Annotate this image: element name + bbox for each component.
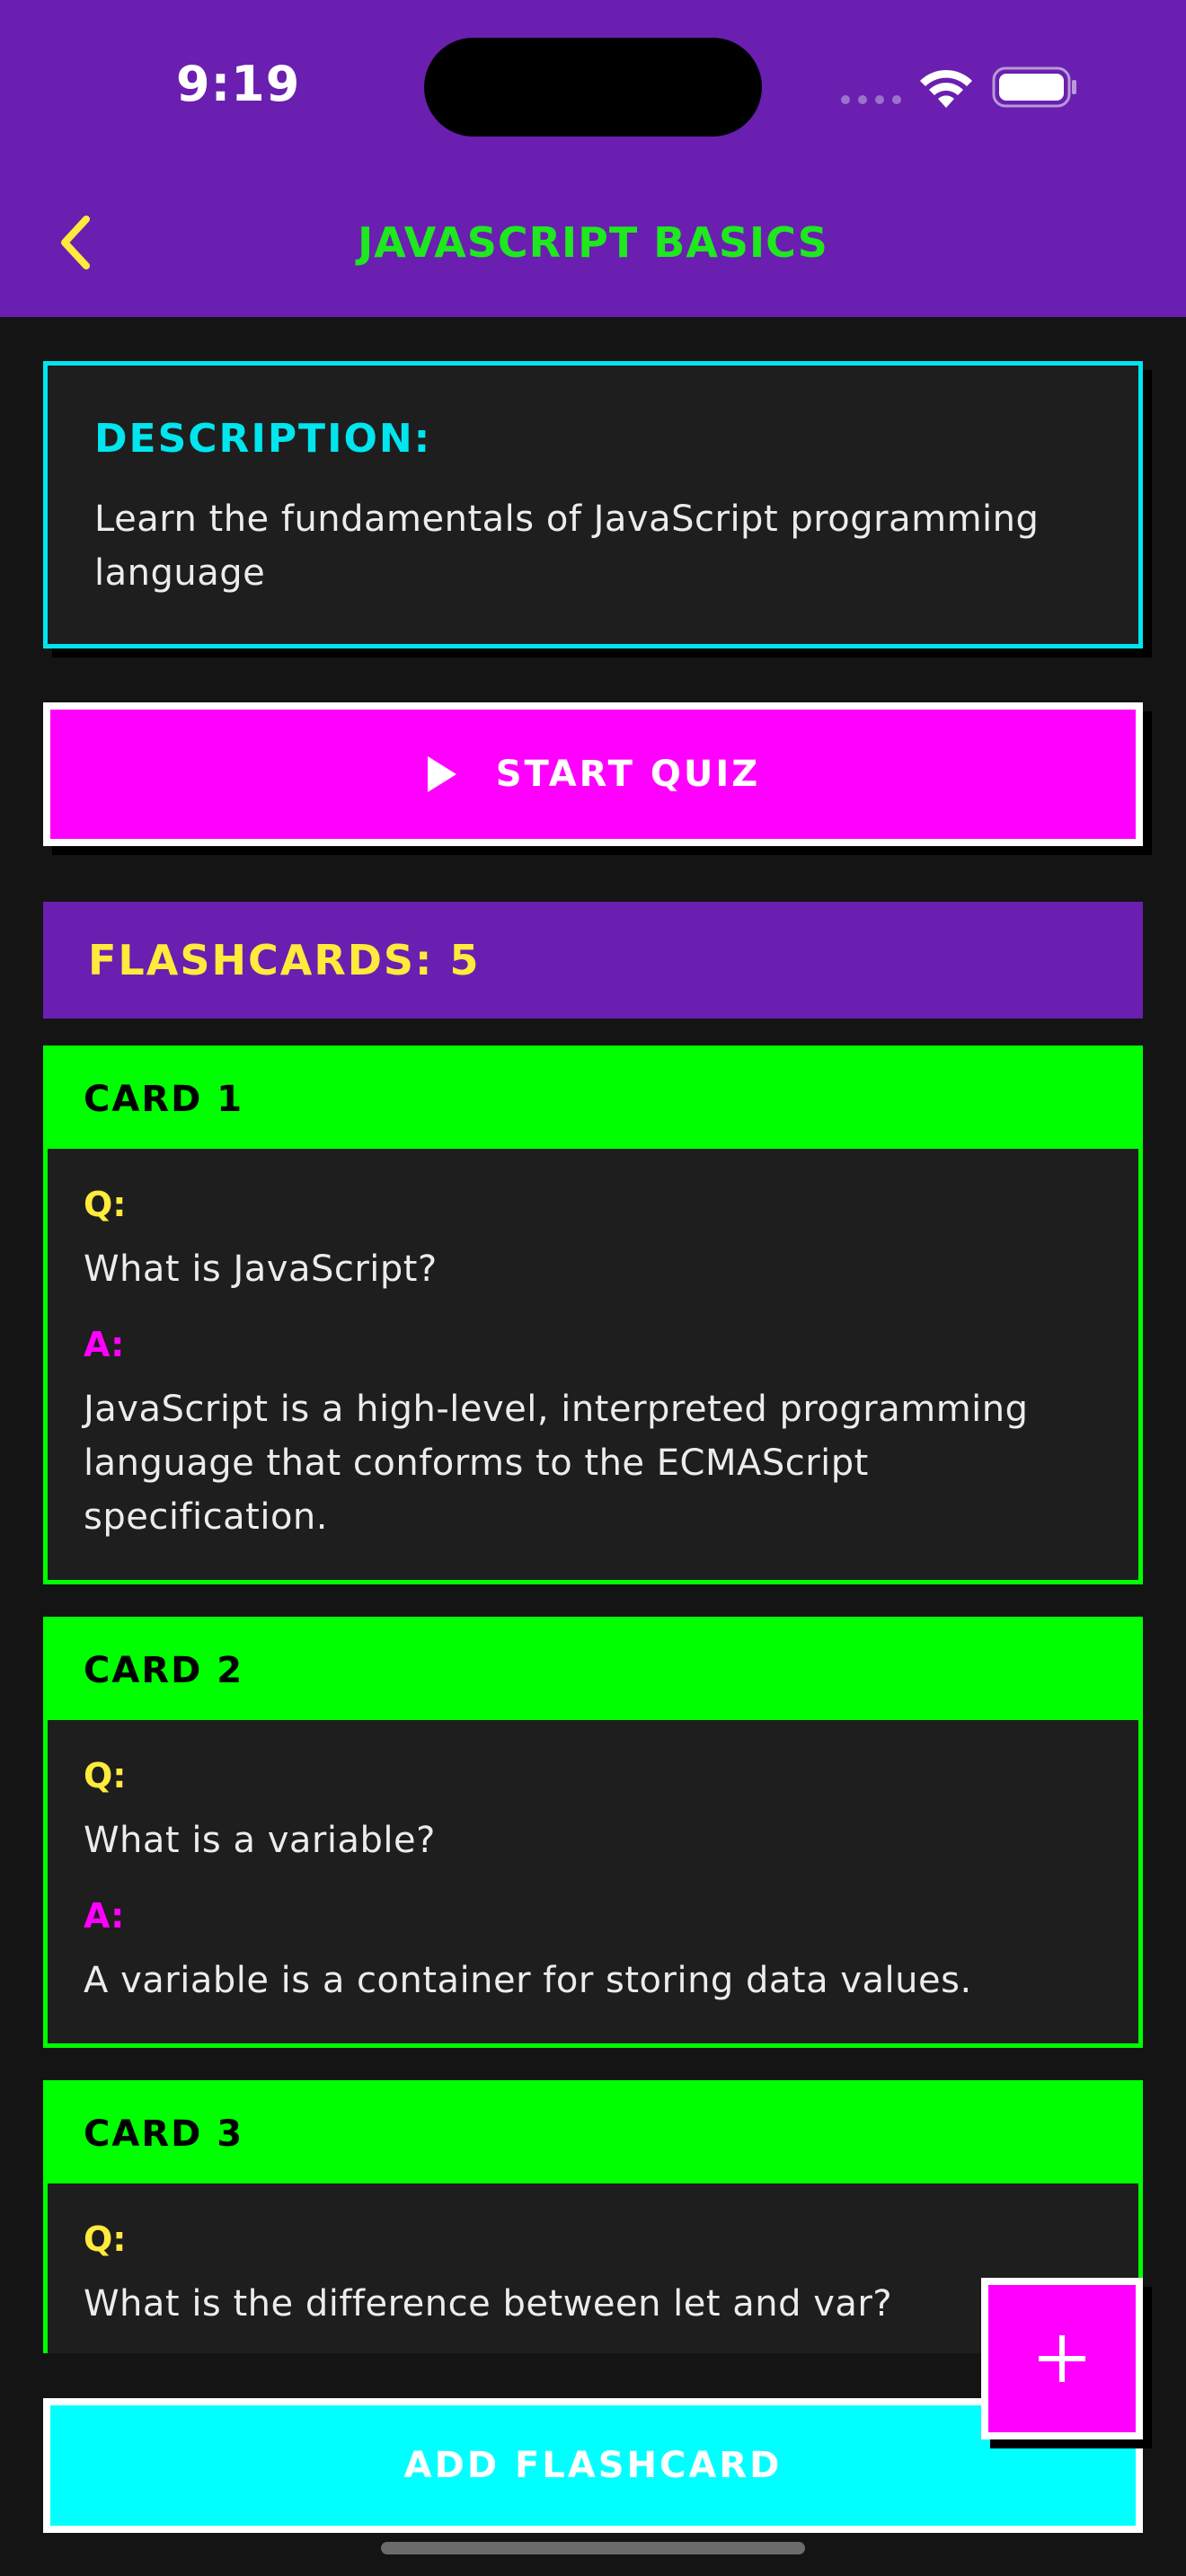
plus-icon	[1039, 2335, 1085, 2382]
card-body: Q: What is the difference between let an…	[48, 2183, 1138, 2331]
top-bar: 9:19 JAVASCRIPT BASICS	[0, 0, 1186, 317]
home-indicator[interactable]	[381, 2542, 805, 2554]
flashcard-item[interactable]: CARD 1 Q: What is JavaScript? A: JavaScr…	[43, 1045, 1143, 1584]
card-title: CARD 1	[84, 1079, 244, 1120]
start-quiz-button[interactable]: START QUIZ	[43, 702, 1143, 846]
dynamic-island	[424, 38, 762, 137]
card-header: CARD 1	[48, 1050, 1138, 1149]
question-text: What is JavaScript?	[84, 1248, 438, 1290]
start-quiz-label: START QUIZ	[495, 754, 761, 795]
play-icon	[427, 756, 456, 792]
card-header: CARD 2	[48, 1621, 1138, 1720]
answer-text: A variable is a container for storing da…	[84, 1960, 972, 2001]
flashcards-count: FLASHCARDS: 5	[88, 936, 481, 984]
battery-icon	[992, 66, 1076, 108]
question-label: Q:	[84, 2219, 127, 2259]
flashcard-item[interactable]: CARD 3 Q: What is the difference between…	[43, 2080, 1143, 2353]
card-title: CARD 3	[84, 2113, 244, 2155]
screen: 9:19 JAVASCRIPT BASICS DESCRIPTION: Lear…	[0, 0, 1186, 2576]
description-card: DESCRIPTION: Learn the fundamentals of J…	[43, 361, 1143, 648]
question-text: What is the difference between let and v…	[84, 2283, 893, 2325]
card-header: CARD 3	[48, 2085, 1138, 2183]
flashcard-item[interactable]: CARD 2 Q: What is a variable? A: A varia…	[43, 1617, 1143, 2048]
add-flashcard-label: ADD FLASHCARD	[403, 2445, 783, 2486]
flashcard-list[interactable]: CARD 1 Q: What is JavaScript? A: JavaScr…	[43, 1045, 1143, 2353]
cellular-signal-icon	[841, 95, 901, 104]
description-label: DESCRIPTION:	[94, 416, 432, 462]
answer-label: A:	[84, 1325, 125, 1364]
card-title: CARD 2	[84, 1650, 244, 1691]
card-body: Q: What is a variable? A: A variable is …	[48, 1720, 1138, 2007]
question-label: Q:	[84, 1756, 127, 1795]
flashcards-header: FLASHCARDS: 5	[43, 902, 1143, 1019]
add-fab-button[interactable]	[981, 2278, 1143, 2439]
card-body: Q: What is JavaScript? A: JavaScript is …	[48, 1149, 1138, 1544]
answer-text: JavaScript is a high-level, interpreted …	[84, 1389, 1029, 1538]
wifi-icon	[920, 69, 972, 108]
question-text: What is a variable?	[84, 1820, 436, 1861]
status-time: 9:19	[176, 56, 301, 112]
page-title: JAVASCRIPT BASICS	[358, 218, 828, 267]
add-flashcard-button[interactable]: ADD FLASHCARD	[43, 2398, 1143, 2533]
answer-label: A:	[84, 1896, 125, 1936]
description-text: Learn the fundamentals of JavaScript pro…	[94, 498, 1040, 594]
question-label: Q:	[84, 1185, 127, 1224]
